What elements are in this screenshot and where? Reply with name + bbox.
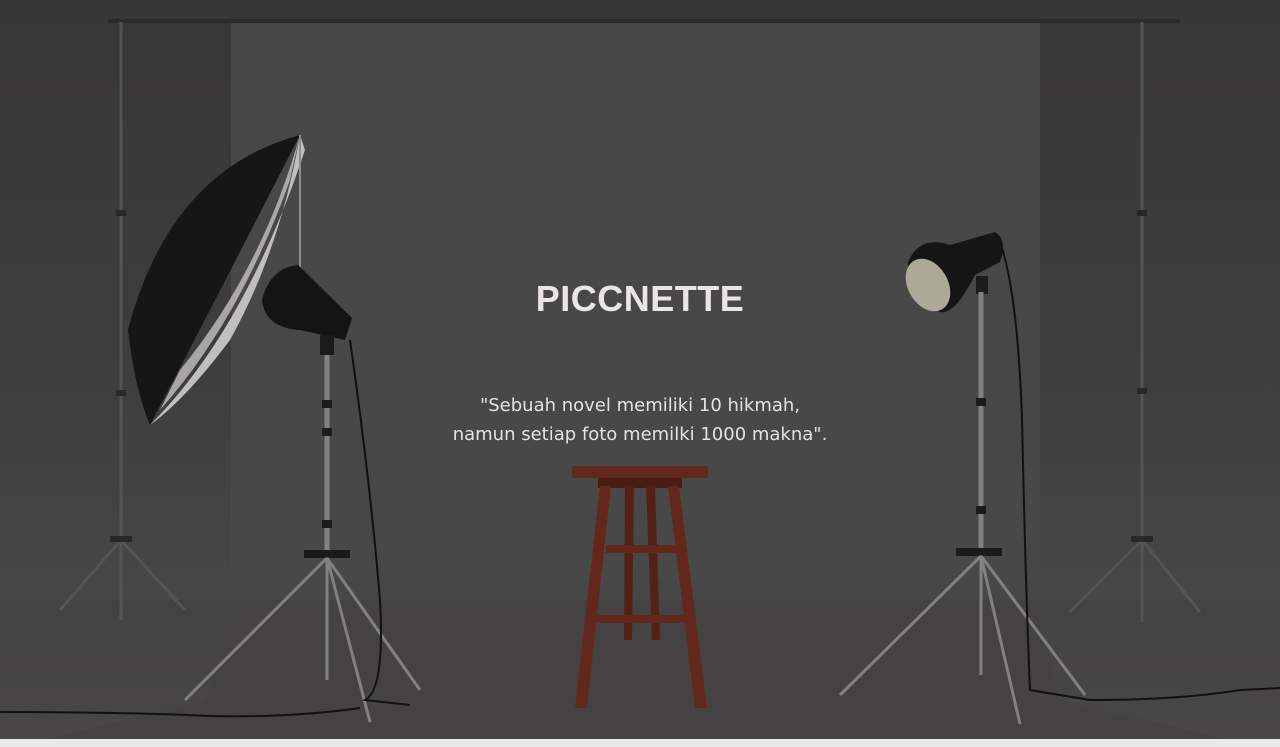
hero-section: PICCNETTE "Sebuah novel memiliki 10 hikm… [0, 0, 1280, 747]
bottom-divider [0, 739, 1280, 747]
studio-background-image [0, 19, 1280, 740]
brand-title: PICCNETTE [535, 278, 745, 319]
quote-line-2: namun setiap foto memilki 1000 makna". [452, 424, 828, 445]
quote-line-1: "Sebuah novel memiliki 10 hikmah, [479, 395, 801, 416]
backdrop-stand-right [1068, 22, 1202, 622]
hero-quote: "Sebuah novel memiliki 10 hikmah, namun … [0, 391, 1280, 449]
